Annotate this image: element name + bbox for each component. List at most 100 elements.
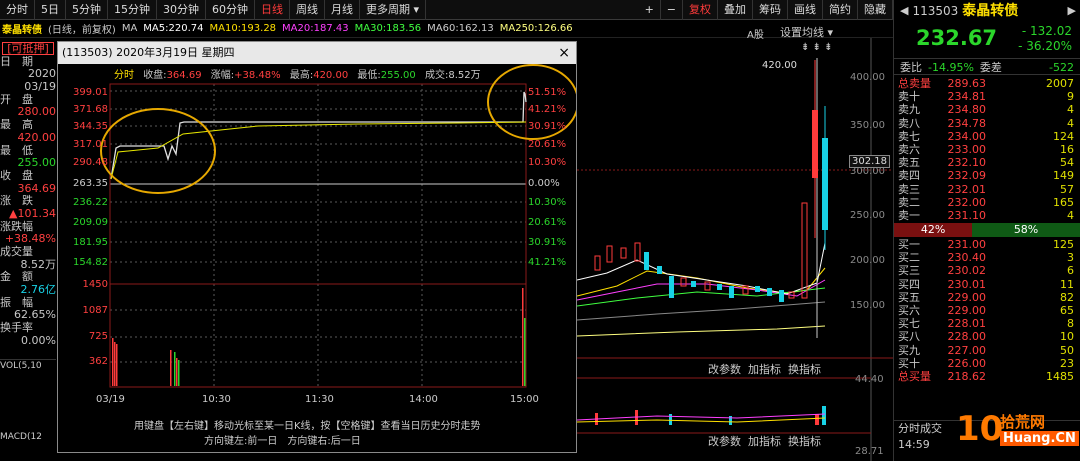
quote-header: ◀ 113503 泰晶转债 ▶	[894, 0, 1080, 22]
sell-level-row[interactable]: 卖六 233.00 16	[894, 143, 1080, 156]
level-price: 230.40	[947, 251, 987, 265]
iv-bar	[114, 342, 116, 386]
level-label: 买九	[898, 343, 920, 357]
set-ma-label: 设置均线	[780, 26, 824, 39]
buy-level-row[interactable]: 买六 229.00 65	[894, 304, 1080, 317]
chevron-down-icon: ▾	[413, 2, 420, 16]
iv-bar	[116, 344, 118, 386]
hide-button[interactable]: 隐藏	[858, 0, 893, 20]
vol-y-0: 1450	[82, 279, 108, 290]
y-right-0: 51.51%	[528, 87, 567, 98]
tab-monthly[interactable]: 月线	[325, 0, 360, 20]
edit-params-button[interactable]: 改参数	[708, 361, 741, 377]
buy-level-row[interactable]: 买三 230.02 6	[894, 264, 1080, 277]
brand-watermark: 10 拾荒网 Huang.CN	[956, 405, 1079, 457]
sell-level-row[interactable]: 卖十 234.81 9	[894, 90, 1080, 103]
add-indicator-button[interactable]: 加指标	[748, 361, 781, 377]
sell-level-row[interactable]: 卖八 234.78 4	[894, 117, 1080, 130]
buy-total-vol: 1485	[1046, 369, 1074, 383]
y-right-6: 10.30%	[528, 197, 567, 208]
buy-level-row[interactable]: 买八 228.00 10	[894, 330, 1080, 343]
iv-bar	[524, 318, 526, 386]
level-volume: 50	[1060, 343, 1074, 357]
intraday-chart	[100, 64, 576, 388]
popup-hint-1: 用键盘【左右键】移动光标至某一日K线，按【空格键】查看当日历史分时走势	[134, 421, 481, 432]
candle	[669, 276, 674, 298]
restore-rights-button[interactable]: 复权	[683, 0, 718, 20]
sell-level-row[interactable]: 卖三 232.01 57	[894, 183, 1080, 196]
chevron-down-icon: ▾	[824, 26, 834, 39]
switch-indicator-button[interactable]: 换指标	[788, 361, 821, 377]
sell-level-row[interactable]: 卖七 234.00 124	[894, 130, 1080, 143]
info-sidebar: [可抵押] 日 期 2020 03/19 开 盘 280.00 最 高 420.…	[0, 40, 56, 461]
iv-bar	[522, 288, 524, 386]
draw-line-button[interactable]: 画线	[788, 0, 823, 20]
tab-daily[interactable]: 日线	[255, 0, 290, 20]
tab-more-periods[interactable]: 更多周期 ▾	[360, 0, 427, 20]
y-left-5: 263.35	[73, 178, 108, 189]
buy-total-price: 218.62	[947, 369, 987, 383]
tab-5min[interactable]: 5分钟	[66, 0, 108, 20]
buy-level-row[interactable]: 买二 230.40 3	[894, 251, 1080, 264]
buy-level-row[interactable]: 买九 227.00 50	[894, 344, 1080, 357]
buy-level-row[interactable]: 买一 231.00 125	[894, 238, 1080, 251]
candle	[680, 277, 687, 287]
vol-indicator[interactable]: VOL(5,10	[0, 361, 42, 371]
candle	[644, 252, 649, 270]
tab-fenshi[interactable]: 分时	[0, 0, 35, 20]
prev-icon[interactable]: ◀	[900, 0, 908, 22]
switch-indicator-button-2[interactable]: 换指标	[788, 433, 821, 449]
y-right-5: 0.00%	[528, 178, 560, 189]
ticks-tab-label[interactable]: 分时成交	[898, 422, 942, 435]
buy-level-row[interactable]: 买五 229.00 82	[894, 291, 1080, 304]
weicha-label: 委差	[979, 61, 1002, 74]
tab-weekly[interactable]: 周线	[290, 0, 325, 20]
overlay-button[interactable]: 叠加	[718, 0, 753, 20]
y-left-9: 154.82	[73, 257, 108, 268]
low-value: 255.00	[17, 156, 57, 170]
set-ma-button[interactable]: 设置均线 ▾	[780, 24, 833, 40]
tab-60min[interactable]: 60分钟	[206, 0, 255, 20]
add-indicator-button-2[interactable]: 加指标	[748, 433, 781, 449]
y-left-4: 290.48	[73, 157, 108, 168]
simple-button[interactable]: 简约	[823, 0, 858, 20]
edit-params-button-2[interactable]: 改参数	[708, 433, 741, 449]
y-right-8: 30.91%	[528, 237, 567, 248]
y-right-9: 41.21%	[528, 257, 567, 268]
chips-button[interactable]: 筹码	[753, 0, 788, 20]
level-price: 232.09	[947, 169, 987, 183]
weibi-label: 委比	[900, 61, 922, 74]
quote-panel: ◀ 113503 泰晶转债 ▶ 232.67 - 132.02 - 36.20%…	[893, 0, 1080, 461]
sell-level-row[interactable]: 卖二 232.00 165	[894, 196, 1080, 209]
turn-value: 0.00%	[21, 333, 56, 347]
macd-indicator[interactable]: MACD(12	[0, 432, 42, 442]
level-price: 234.78	[947, 116, 987, 130]
flag-icons: ⇟ ⇟ ⇟	[801, 42, 833, 53]
sell-level-row[interactable]: 卖五 232.10 54	[894, 156, 1080, 169]
buy-level-row[interactable]: 买四 230.01 11	[894, 278, 1080, 291]
zoom-in-button[interactable]: +	[639, 0, 661, 20]
ma5-value: MA5:220.74	[143, 23, 204, 34]
buy-level-row[interactable]: 买十 226.00 23	[894, 357, 1080, 370]
tab-5day[interactable]: 5日	[35, 0, 66, 20]
ratio-sell: 42%	[894, 223, 973, 238]
y-right-7: 20.61%	[528, 217, 567, 228]
y-left-0: 399.01	[73, 87, 108, 98]
next-icon[interactable]: ▶	[1068, 0, 1076, 22]
sell-level-row[interactable]: 卖一 231.10 4	[894, 209, 1080, 222]
sell-level-row[interactable]: 卖九 234.80 4	[894, 103, 1080, 116]
tab-30min[interactable]: 30分钟	[157, 0, 206, 20]
buy-level-row[interactable]: 买七 228.01 8	[894, 317, 1080, 330]
buy-book: 买一 231.00 125 买二 230.40 3 买三 230.02 6 买四 230.01 11 买…	[894, 238, 1080, 370]
sell-total-vol: 2007	[1046, 77, 1074, 90]
y-right-3: 20.61%	[528, 139, 567, 150]
iv-bar	[112, 338, 114, 386]
candle	[620, 247, 627, 259]
tab-15min[interactable]: 15分钟	[108, 0, 157, 20]
sell-level-row[interactable]: 卖四 232.09 149	[894, 169, 1080, 182]
candle	[691, 281, 696, 287]
zoom-out-button[interactable]: −	[661, 0, 683, 20]
candle	[779, 290, 784, 302]
level-label: 卖九	[898, 103, 920, 117]
candle	[822, 138, 828, 230]
